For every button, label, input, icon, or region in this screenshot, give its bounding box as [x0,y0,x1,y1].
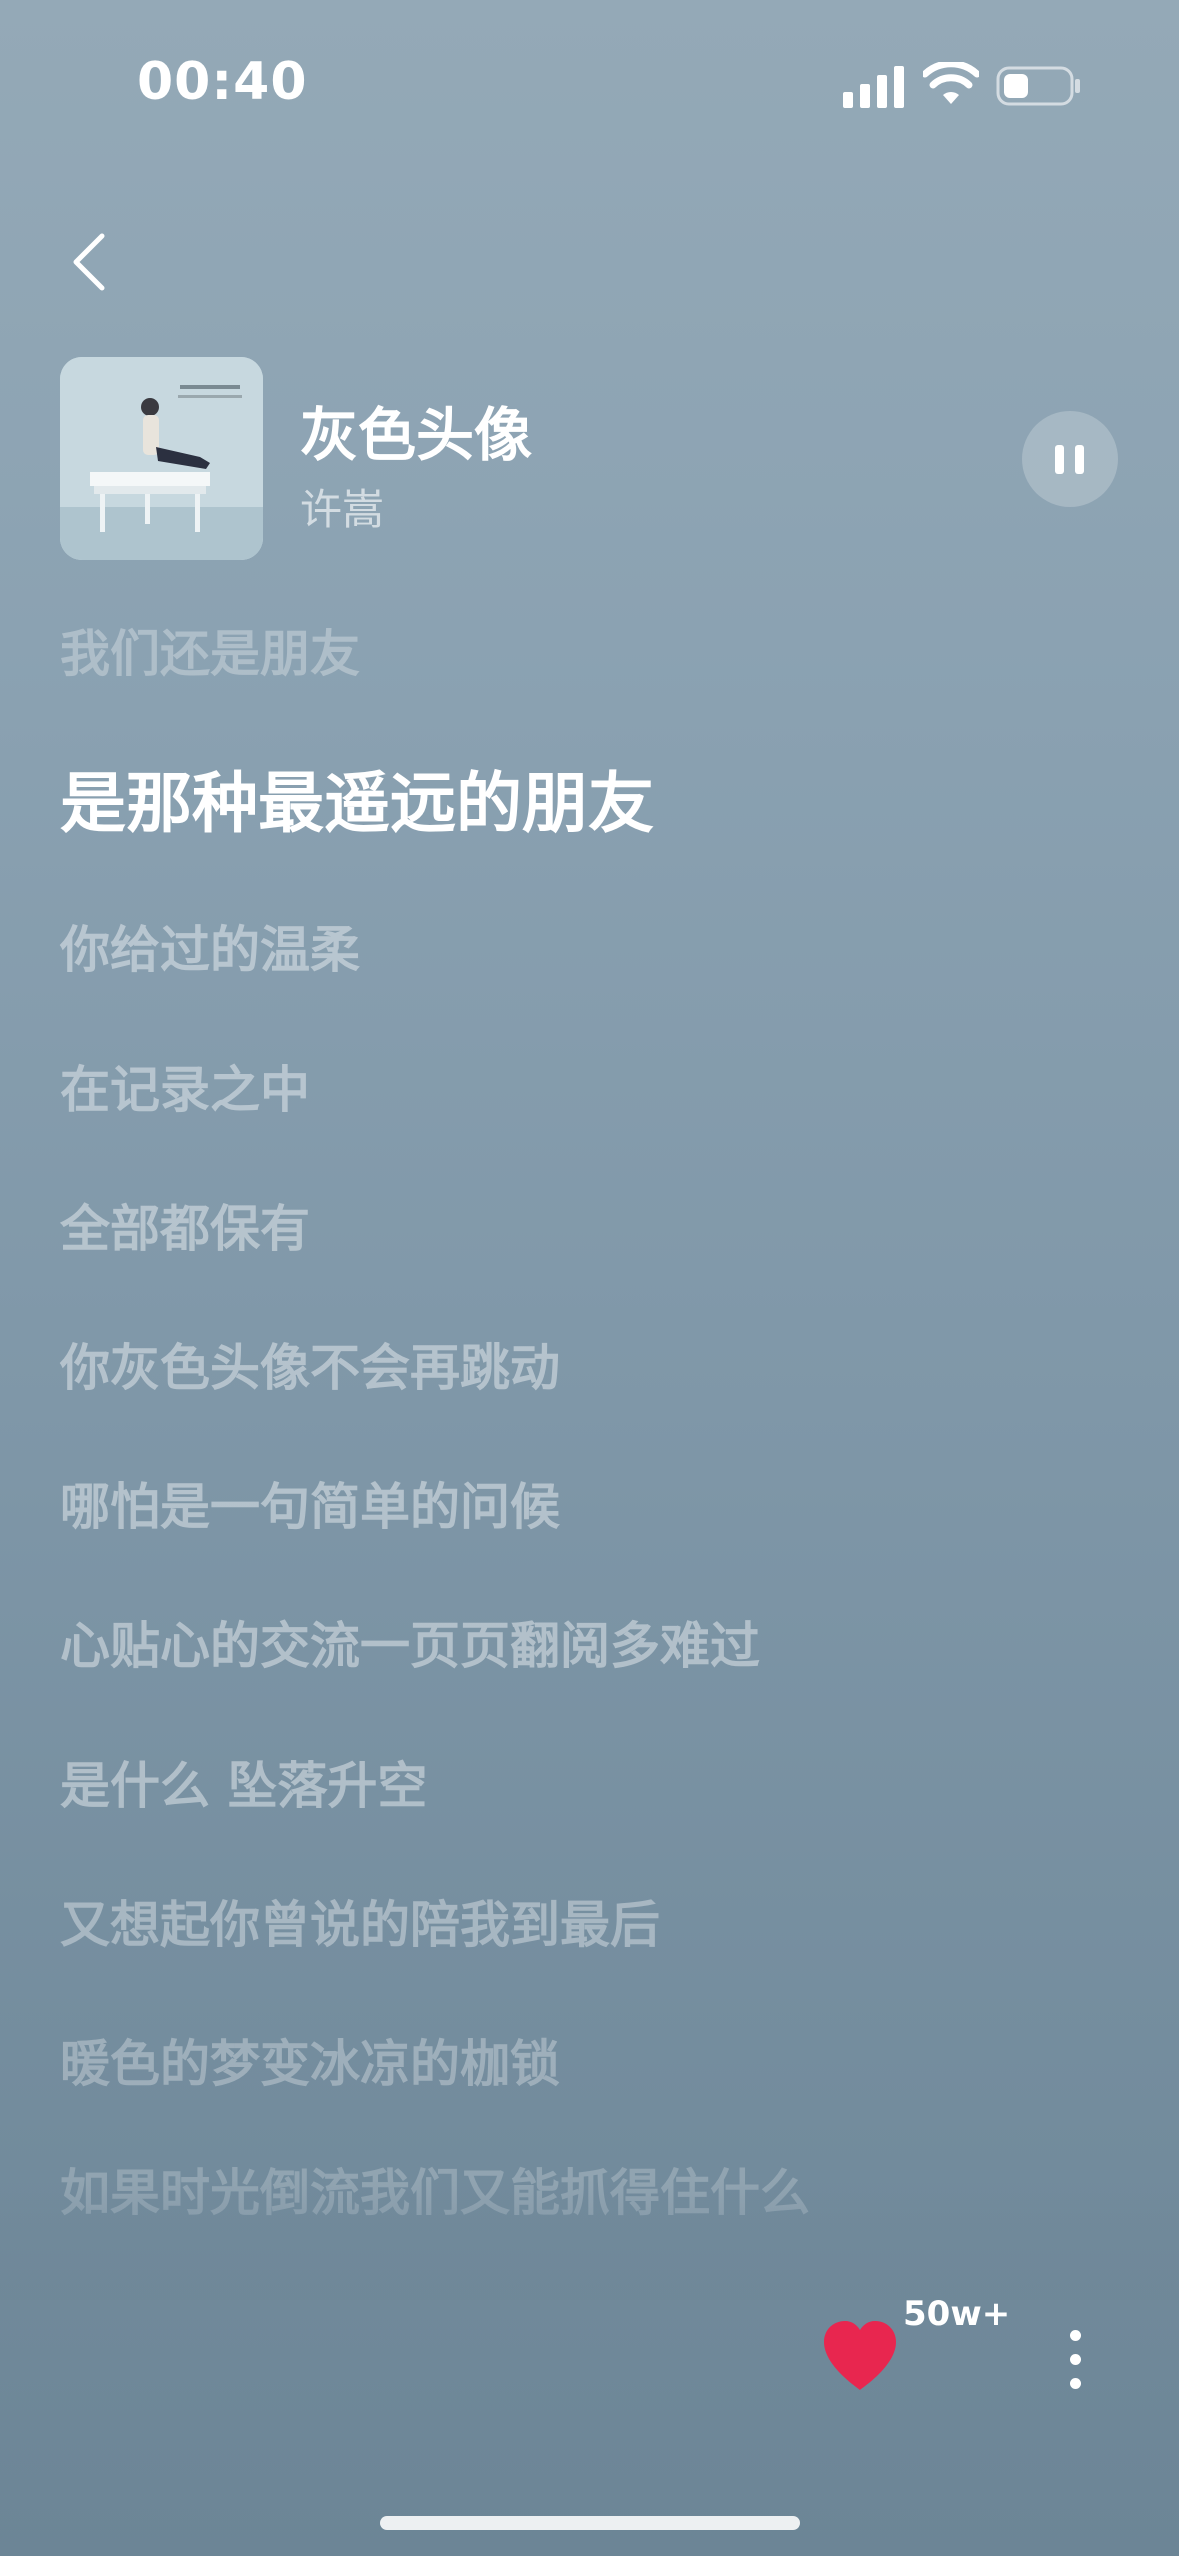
battery-icon [996,66,1080,106]
more-vertical-icon[interactable] [1060,2320,1090,2400]
like-count: 50w+ [903,2294,1011,2334]
lyric-line[interactable]: 又想起你曾说的陪我到最后 [60,1885,660,1957]
pause-icon [1055,445,1064,474]
lyric-line[interactable]: 是什么 坠落升空 [60,1746,427,1818]
lyric-line[interactable]: 我们还是朋友 [60,614,360,686]
lyric-line[interactable]: 你给过的温柔 [60,910,360,982]
album-art[interactable] [60,357,263,560]
lyric-line[interactable]: 哪怕是一句简单的问候 [60,1467,560,1539]
song-title: 灰色头像 [300,401,533,469]
lyric-line[interactable]: 暖色的梦变冰凉的枷锁 [60,2024,560,2096]
status-time: 00:40 [137,52,308,112]
album-cover-image [60,357,263,560]
lyric-line[interactable]: 心贴心的交流一页页翻阅多难过 [60,1606,760,1678]
heart-icon[interactable] [820,2318,900,2394]
lyric-line[interactable]: 如果时光倒流我们又能抓得住什么 [60,2163,820,2223]
lyric-line[interactable]: 你灰色头像不会再跳动 [60,1328,560,1400]
cellular-signal-icon [843,66,904,108]
lyric-line-active[interactable]: 是那种最遥远的朋友 [60,750,654,846]
song-artist[interactable]: 许嵩 [300,476,384,537]
wifi-icon [923,62,979,104]
status-bar: 00:40 [0,0,1179,170]
home-indicator[interactable] [380,2516,800,2530]
pause-button[interactable] [1022,411,1118,507]
lyric-line[interactable]: 在记录之中 [60,1050,310,1122]
lyric-line[interactable]: 全部都保有 [60,1189,310,1261]
back-icon[interactable] [60,222,120,302]
